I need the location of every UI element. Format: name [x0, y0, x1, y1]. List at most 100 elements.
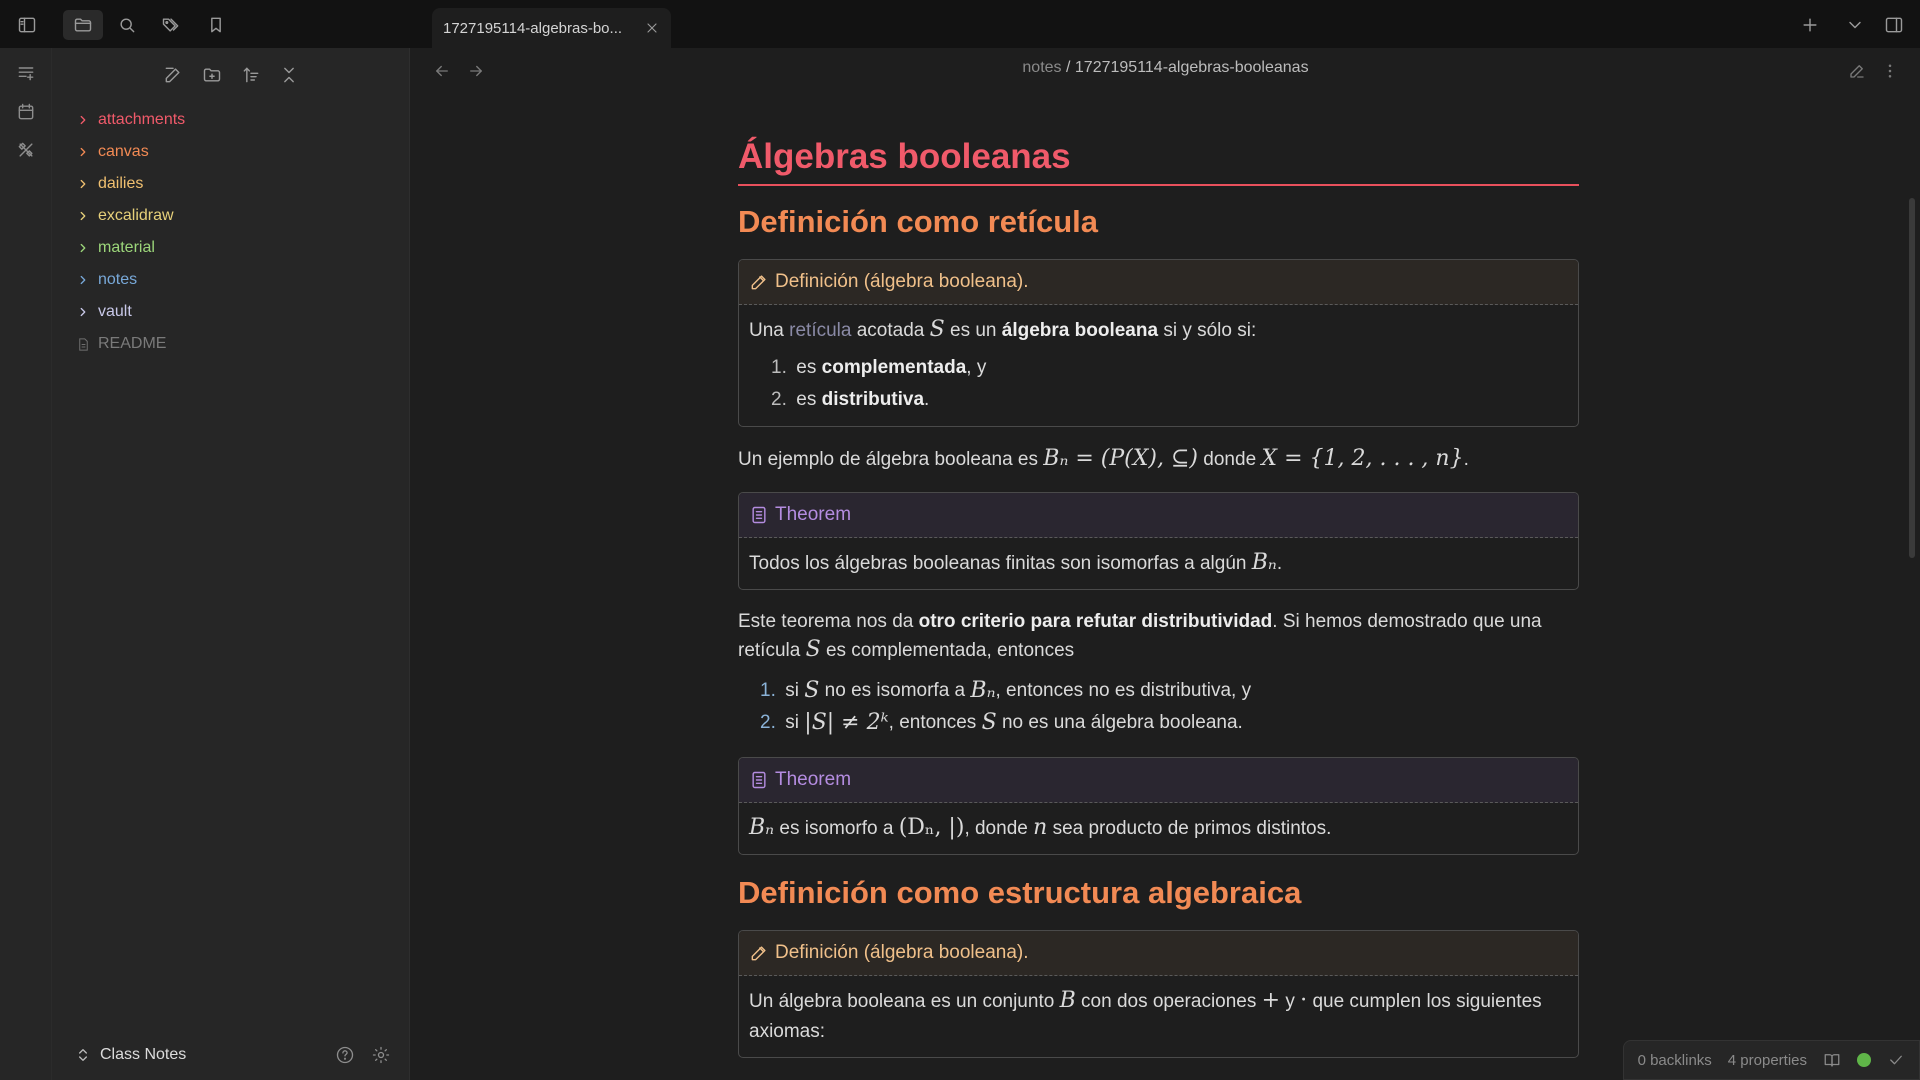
settings-gear-icon[interactable]	[368, 1042, 394, 1068]
editor-pane: notes / 1727195114-algebras-booleanas Ál…	[411, 48, 1920, 1080]
breadcrumb-file[interactable]: 1727195114-algebras-booleanas	[1075, 59, 1309, 76]
note-title: Álgebras booleanas	[738, 134, 1579, 186]
close-icon[interactable]	[642, 18, 662, 38]
callout-header[interactable]: Definición (álgebra booleana).	[739, 260, 1578, 305]
text: Un ejemplo de álgebra booleana es	[738, 449, 1038, 470]
math-operator: ·	[1300, 988, 1308, 1013]
chevron-right-icon	[72, 141, 94, 163]
math-expression: X = {1, 2, . . . , n}	[1261, 446, 1464, 471]
excalidraw-tools-icon[interactable]	[11, 135, 41, 165]
new-canvas-icon[interactable]	[11, 58, 41, 88]
text: .	[1276, 553, 1283, 574]
vault-switcher-icon	[72, 1044, 94, 1066]
text: Una	[749, 320, 784, 341]
folder-label: canvas	[98, 143, 149, 160]
sort-order-icon[interactable]	[236, 60, 266, 90]
vault-name: Class Notes	[100, 1046, 187, 1063]
text: es complementada, entonces	[825, 640, 1075, 661]
bold-text: distributiva	[821, 389, 925, 410]
new-folder-icon[interactable]	[197, 60, 227, 90]
text: Este teorema nos da	[738, 611, 914, 632]
text: acotada	[856, 320, 925, 341]
callout-theorem: Theorem Todos los álgebras booleanas fin…	[738, 492, 1579, 590]
list-item: 1. es complementada , y	[771, 352, 1568, 384]
tab-active-note[interactable]: 1727195114-algebras-bo...	[432, 8, 671, 48]
chevron-right-icon	[72, 205, 94, 227]
theorem-document-icon	[752, 506, 766, 524]
folder-notes[interactable]: notes	[72, 264, 392, 296]
sidebar-toggle-icon[interactable]	[12, 10, 42, 40]
right-sidebar-toggle-icon[interactable]	[1879, 10, 1909, 40]
chevron-right-icon	[72, 301, 94, 323]
text: si y sólo si:	[1163, 320, 1257, 341]
breadcrumb-separator: /	[1066, 59, 1071, 76]
note-content[interactable]: Álgebras booleanas Definición como retíc…	[738, 134, 1579, 1076]
callout-title: Definición (álgebra booleana).	[775, 271, 1029, 292]
text: no es una álgebra booleana.	[1001, 712, 1243, 733]
text: , y	[966, 357, 987, 378]
folder-label: attachments	[98, 111, 186, 128]
callout-definition: Definición (álgebra booleana). Un álgebr…	[738, 930, 1579, 1058]
list-number: 2.	[771, 389, 787, 410]
folder-attachments[interactable]: attachments	[72, 104, 392, 136]
file-explorer-folder-icon[interactable]	[63, 10, 103, 40]
sync-status-icon[interactable]	[1857, 1053, 1871, 1067]
text: si	[785, 712, 800, 733]
chevron-right-icon	[72, 109, 94, 131]
search-icon[interactable]	[112, 10, 142, 40]
tab-list-chevron-down-icon[interactable]	[1840, 10, 1870, 40]
internal-link-reticula[interactable]: retícula	[789, 320, 851, 341]
list-number: 1.	[760, 680, 776, 701]
list-item: 1. si S no es isomorfa a Bₙ , entonces n…	[760, 675, 1579, 707]
folder-dailies[interactable]: dailies	[72, 168, 392, 200]
text: sea producto de primos distintos.	[1052, 818, 1332, 839]
edit-mode-pencil-icon[interactable]	[1844, 58, 1870, 84]
math-var: S	[981, 710, 997, 735]
chevron-right-icon	[72, 173, 94, 195]
chevron-right-icon	[72, 269, 94, 291]
tags-icon[interactable]	[156, 10, 186, 40]
callout-header[interactable]: Definición (álgebra booleana).	[739, 931, 1578, 976]
more-options-icon[interactable]	[1877, 58, 1903, 84]
callout-body: Una retícula acotada S es un álgebra boo…	[739, 305, 1578, 426]
file-explorer-panel: attachments canvas dailies excalidraw ma…	[52, 48, 410, 1080]
file-label: README	[98, 335, 167, 352]
calendar-icon[interactable]	[11, 97, 41, 127]
callout-header[interactable]: Theorem	[739, 493, 1578, 538]
scrollbar[interactable]	[1909, 198, 1915, 558]
heading-lattice: Definición como retícula	[738, 204, 1099, 239]
collapse-all-icon[interactable]	[274, 60, 304, 90]
text: con dos operaciones	[1081, 991, 1257, 1012]
paragraph-example: Un ejemplo de álgebra booleana es Bₙ = (…	[738, 445, 1579, 474]
text: si	[785, 680, 800, 701]
text: es un	[950, 320, 997, 341]
list-number: 2.	[760, 712, 776, 733]
bookmark-icon[interactable]	[201, 10, 231, 40]
text: .	[924, 389, 930, 410]
file-readme[interactable]: README	[72, 328, 392, 360]
folder-excalidraw[interactable]: excalidraw	[72, 200, 392, 232]
folder-label: vault	[98, 303, 132, 320]
backlinks-count[interactable]: 0 backlinks	[1638, 1052, 1712, 1069]
math-expression: Bₙ = (P(X), ⊆)	[1043, 446, 1199, 471]
folder-material[interactable]: material	[72, 232, 392, 264]
pencil-icon	[751, 275, 766, 290]
checkmark-icon[interactable]	[1887, 1051, 1905, 1069]
new-note-icon[interactable]	[158, 60, 188, 90]
breadcrumb-folder[interactable]: notes	[1022, 59, 1061, 76]
vault-switcher[interactable]: Class Notes	[72, 1030, 410, 1080]
list-number: 1.	[771, 357, 787, 378]
new-tab-plus-icon[interactable]	[1795, 10, 1825, 40]
bold-text: álgebra booleana	[1001, 320, 1159, 341]
callout-header[interactable]: Theorem	[739, 758, 1578, 803]
folder-vault[interactable]: vault	[72, 296, 392, 328]
callout-definition: Definición (álgebra booleana). Una retíc…	[738, 259, 1579, 427]
folder-label: excalidraw	[98, 207, 174, 224]
folder-canvas[interactable]: canvas	[72, 136, 392, 168]
properties-count[interactable]: 4 properties	[1728, 1052, 1807, 1069]
list-item: 2. es distributiva .	[771, 384, 1568, 416]
math-var: B	[1059, 988, 1076, 1013]
reading-view-book-icon[interactable]	[1823, 1051, 1841, 1069]
pencil-icon	[751, 946, 766, 961]
help-icon[interactable]	[332, 1042, 358, 1068]
